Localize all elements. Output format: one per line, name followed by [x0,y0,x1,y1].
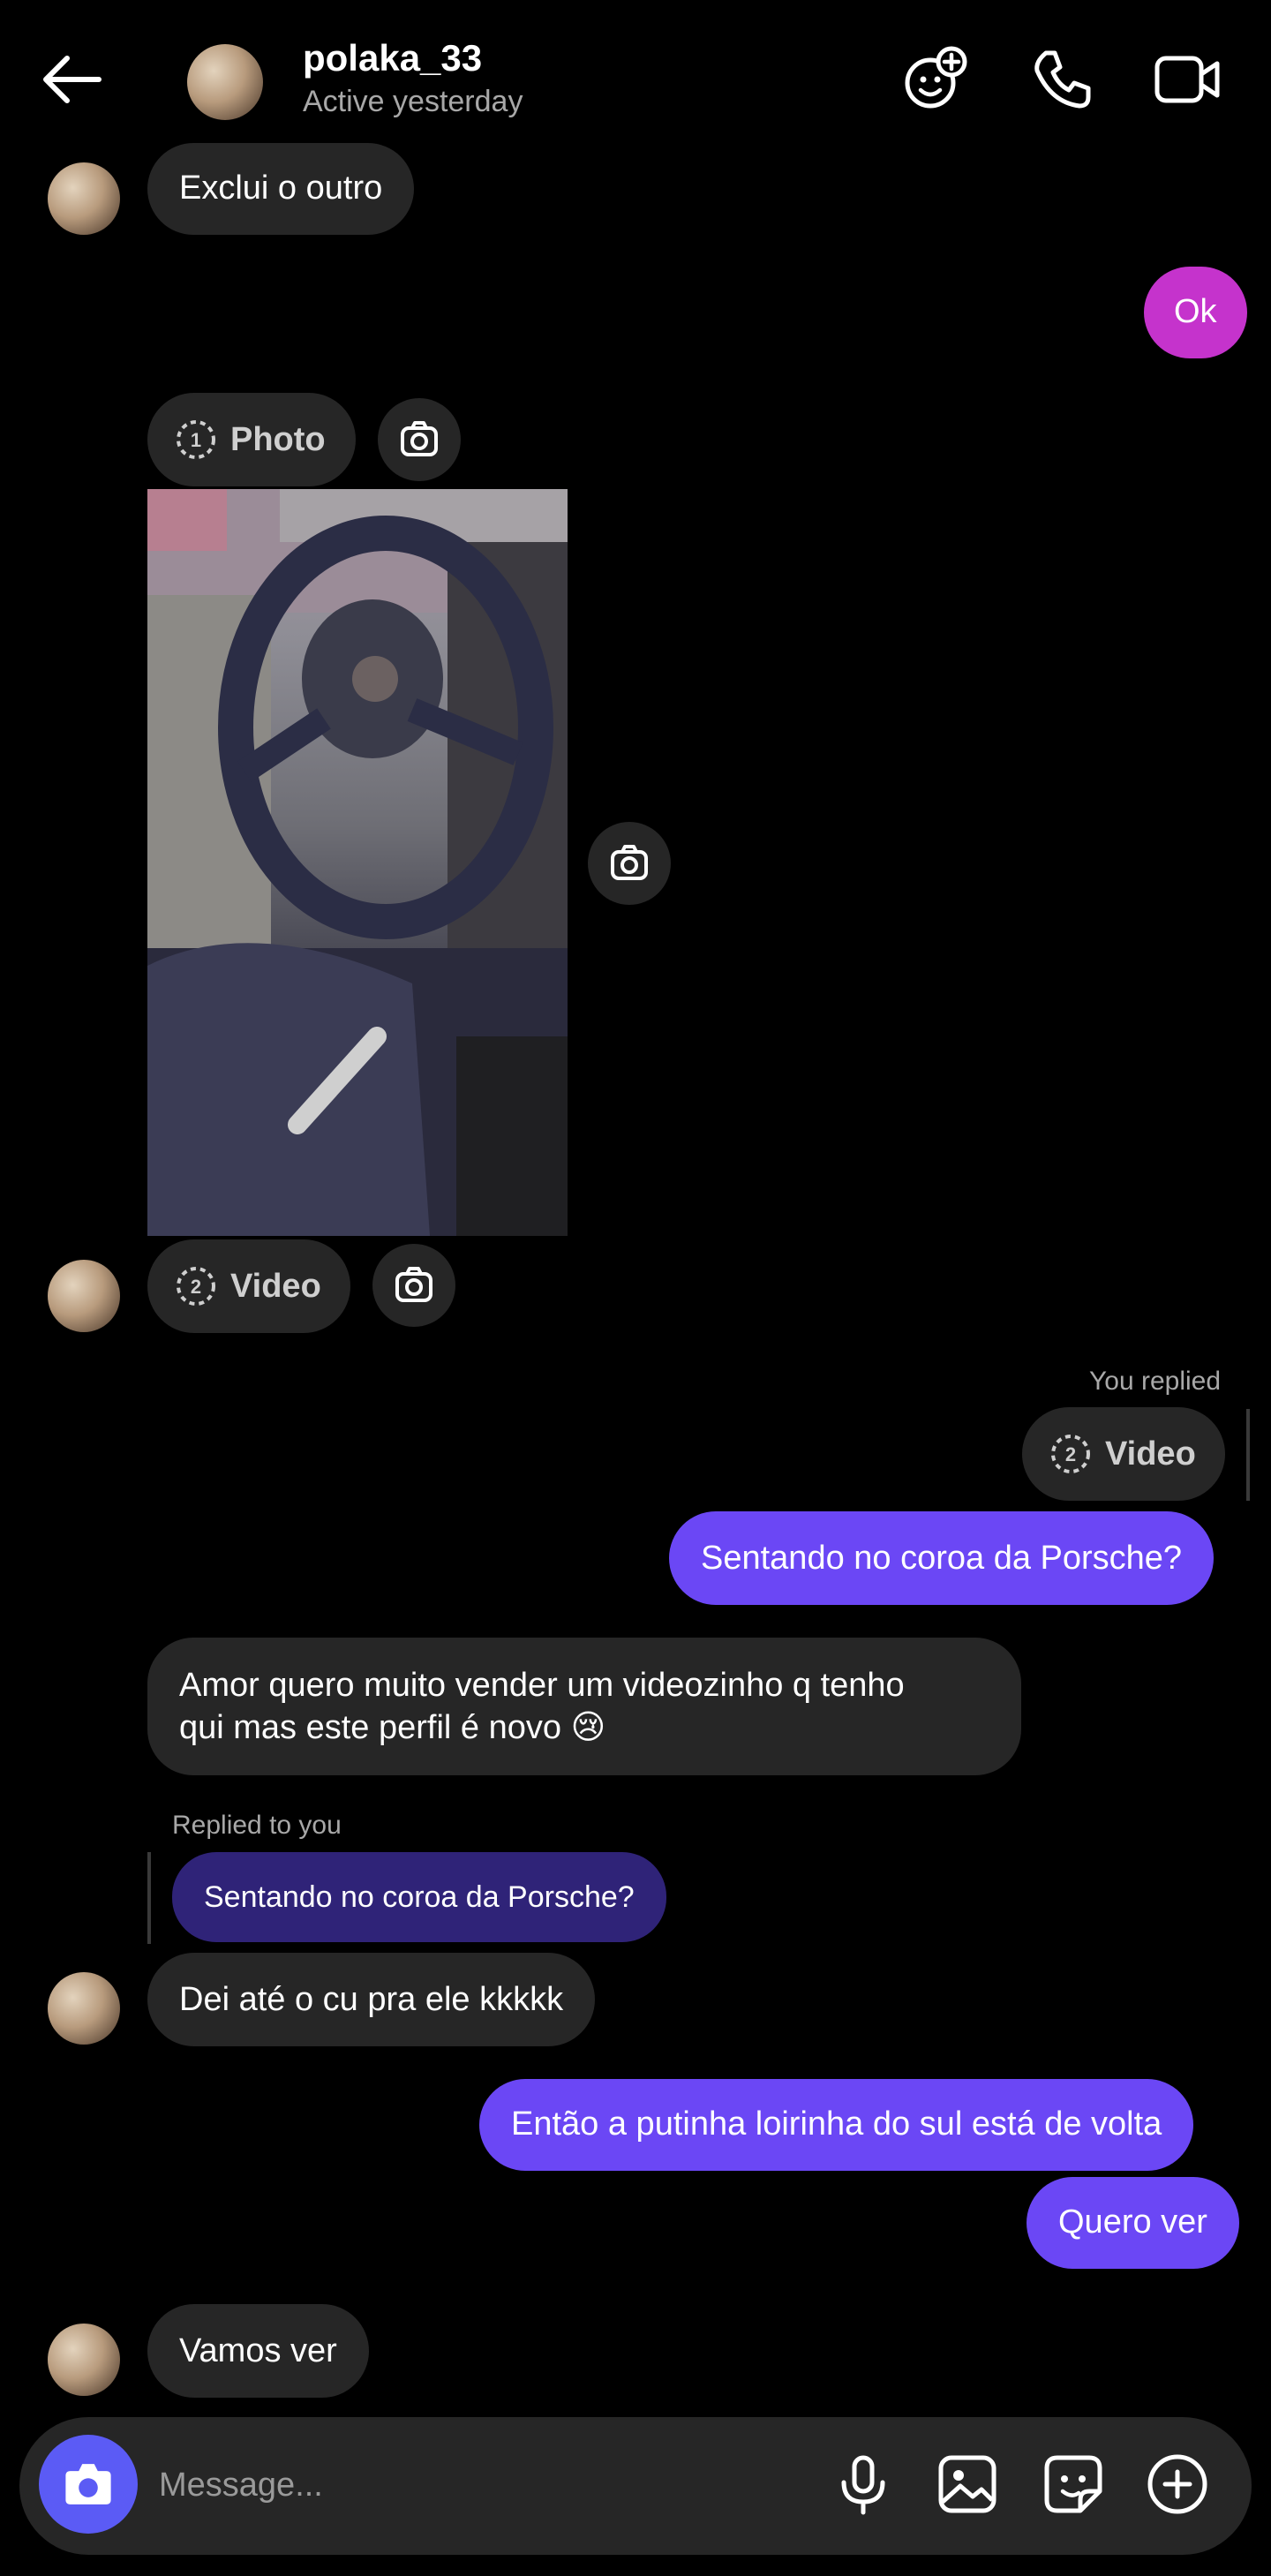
you-replied-label: You replied [1089,1367,1222,1396]
call-button[interactable] [1027,44,1097,115]
camera-icon [65,2464,111,2504]
profile-username[interactable]: polaka_33 [303,37,482,79]
camera-reply-button[interactable] [372,1244,455,1327]
camera-reply-button[interactable] [588,822,671,905]
sender-avatar[interactable] [48,162,120,235]
microphone-icon [841,2455,885,2515]
message-input[interactable] [157,2452,796,2518]
presence-status: Active yesterday [303,85,523,118]
sender-avatar[interactable] [48,2324,120,2396]
profile-avatar[interactable] [187,44,263,120]
back-button[interactable] [35,44,115,115]
sticker-button[interactable] [1040,2451,1107,2518]
replied-video-pill[interactable]: 2 Video [1022,1407,1225,1501]
photo-label: Photo [230,420,326,458]
view-once-1-icon: 1 [177,420,215,459]
view-once-index: 2 [1065,1443,1076,1465]
gallery-icon [938,2455,996,2513]
view-once-photo-pill[interactable]: 1 Photo [147,393,356,486]
message-bubble-incoming[interactable]: Exclui o outro [147,143,415,235]
replied-to-you-label: Replied to you [172,1811,342,1840]
add-effect-button[interactable] [900,44,971,115]
voice-message-button[interactable] [830,2451,897,2518]
shared-photo[interactable] [147,489,568,1236]
reply-indicator-bar [1246,1409,1250,1501]
camera-reply-button[interactable] [378,398,461,481]
sender-avatar[interactable] [48,1260,120,1332]
message-line: Amor quero muito vender um videozinho q … [179,1667,905,1704]
camera-button[interactable] [39,2435,138,2534]
message-line: qui mas este perfil é novo 😢 [179,1709,606,1746]
video-call-button[interactable] [1152,44,1222,115]
video-camera-icon [1154,56,1220,103]
view-once-2-icon: 2 [1051,1435,1090,1473]
message-bubble-incoming[interactable]: Amor quero muito vender um videozinho q … [147,1638,1021,1775]
car-interior-image [147,489,568,1236]
message-bubble-outgoing[interactable]: Sentando no coroa da Porsche? [669,1511,1215,1605]
camera-icon [401,421,438,456]
message-bubble-outgoing[interactable]: Ok [1144,267,1247,358]
video-label: Video [1105,1435,1196,1473]
plus-icon [1147,2454,1207,2514]
add-effect-icon [905,46,967,109]
sticker-icon [1044,2455,1102,2513]
view-once-2-icon: 2 [177,1267,215,1306]
view-once-video-pill[interactable]: 2 Video [147,1239,350,1333]
video-label: Video [230,1267,321,1305]
phone-icon [1034,50,1091,109]
camera-icon [395,1267,432,1302]
message-bubble-outgoing[interactable]: Então a putinha loirinha do sul está de … [479,2079,1194,2171]
more-options-button[interactable] [1144,2451,1211,2518]
reply-indicator-bar [147,1852,151,1944]
message-bubble-incoming[interactable]: Dei até o cu pra ele kkkkk [147,1953,596,2046]
quoted-message[interactable]: Sentando no coroa da Porsche? [172,1852,666,1942]
view-once-index: 1 [191,429,201,451]
camera-icon [611,845,648,880]
message-bubble-outgoing[interactable]: Quero ver [1027,2177,1239,2269]
back-arrow-icon [43,56,102,103]
view-once-index: 2 [191,1276,201,1298]
gallery-button[interactable] [934,2451,1001,2518]
message-bubble-incoming[interactable]: Vamos ver [147,2304,369,2398]
sender-avatar[interactable] [48,1972,120,2045]
